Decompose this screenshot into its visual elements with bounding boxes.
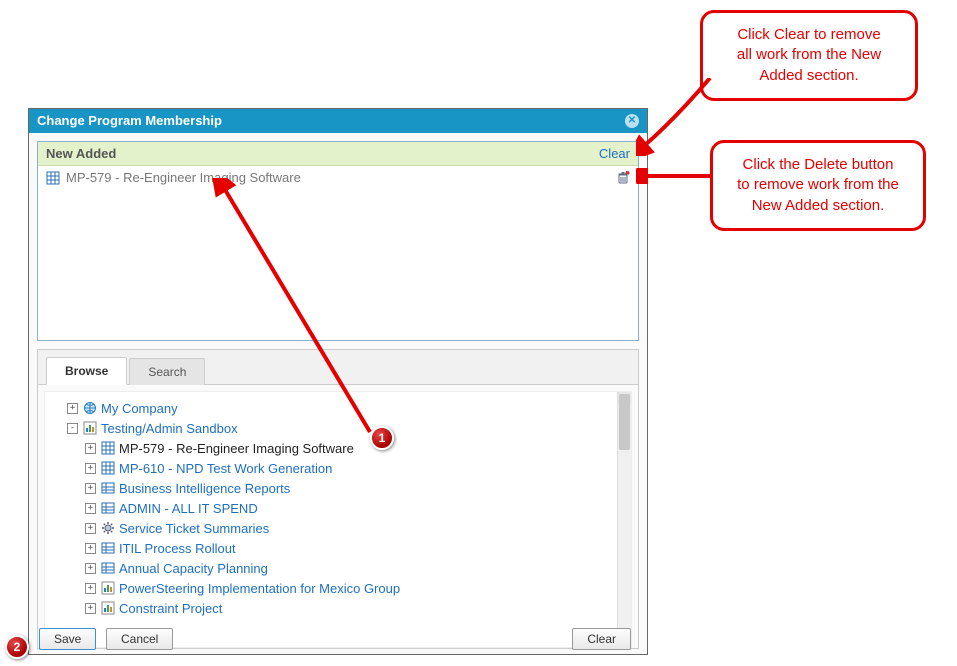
callout-text: Click the Delete button bbox=[723, 155, 913, 175]
tree-node[interactable]: + My Company bbox=[53, 398, 623, 418]
callout-delete: Click the Delete button to remove work f… bbox=[710, 140, 926, 231]
tree-node[interactable]: + ADMIN - ALL IT SPEND bbox=[53, 498, 623, 518]
tree-node-label[interactable]: MP-579 - Re-Engineer Imaging Software bbox=[119, 441, 354, 456]
tree-node[interactable]: + Business Intelligence Reports bbox=[53, 478, 623, 498]
tablesm-icon bbox=[101, 541, 115, 555]
browse-panel: Browse Search + My Company - Testing/Admin … bbox=[37, 349, 639, 649]
callout-text: Added section. bbox=[713, 66, 905, 86]
expand-icon[interactable]: + bbox=[85, 563, 96, 574]
tree-node[interactable]: + ITIL Process Rollout bbox=[53, 538, 623, 558]
tab-search[interactable]: Search bbox=[129, 358, 205, 385]
tree-node-label[interactable]: MP-610 - NPD Test Work Generation bbox=[119, 461, 332, 476]
step-badge-1: 1 bbox=[370, 426, 394, 450]
callout-text: Click Clear to remove bbox=[713, 25, 905, 45]
tree-container: + My Company - Testing/Admin Sandbox + MP-579… bbox=[44, 391, 632, 648]
tree-node-label[interactable]: My Company bbox=[101, 401, 178, 416]
delete-icon[interactable] bbox=[616, 171, 630, 185]
dialog-title: Change Program Membership bbox=[37, 113, 222, 128]
new-added-title: New Added bbox=[46, 146, 116, 161]
tree-scroll[interactable]: + My Company - Testing/Admin Sandbox + MP-579… bbox=[45, 392, 631, 647]
tree-node-label[interactable]: Service Ticket Summaries bbox=[119, 521, 269, 536]
tree-node[interactable]: + Annual Capacity Planning bbox=[53, 558, 623, 578]
tree-node-label[interactable]: Testing/Admin Sandbox bbox=[101, 421, 238, 436]
tablesm-icon bbox=[101, 561, 115, 575]
tree-node[interactable]: + MP-610 - NPD Test Work Generation bbox=[53, 458, 623, 478]
tree-node-label[interactable]: Constraint Project bbox=[119, 601, 222, 616]
chart-icon bbox=[101, 601, 115, 615]
chart-icon bbox=[101, 581, 115, 595]
callout-clear: Click Clear to remove all work from the … bbox=[700, 10, 918, 101]
new-added-item-label: MP-579 - Re-Engineer Imaging Software bbox=[66, 170, 301, 185]
expand-icon[interactable]: + bbox=[85, 503, 96, 514]
tree-node[interactable]: + MP-579 - Re-Engineer Imaging Software bbox=[53, 438, 623, 458]
scrollbar-thumb[interactable] bbox=[619, 394, 630, 450]
tree-node-label[interactable]: Annual Capacity Planning bbox=[119, 561, 268, 576]
expand-icon[interactable]: + bbox=[85, 523, 96, 534]
expand-icon[interactable]: + bbox=[67, 403, 78, 414]
callout-text: all work from the New bbox=[713, 45, 905, 65]
callout-text: to remove work from the bbox=[723, 175, 913, 195]
step-badge-2: 2 bbox=[5, 635, 29, 659]
cancel-button[interactable]: Cancel bbox=[106, 628, 173, 650]
tree-node[interactable]: + PowerSteering Implementation for Mexico… bbox=[53, 578, 623, 598]
collapse-icon[interactable]: - bbox=[67, 423, 78, 434]
expand-icon[interactable]: + bbox=[85, 583, 96, 594]
vertical-scrollbar[interactable]: ▲ ▼ bbox=[617, 392, 631, 647]
tree-node[interactable]: - Testing/Admin Sandbox bbox=[53, 418, 623, 438]
expand-icon[interactable]: + bbox=[85, 603, 96, 614]
table-icon bbox=[101, 441, 115, 455]
table-icon bbox=[101, 461, 115, 475]
callout-text: New Added section. bbox=[723, 196, 913, 216]
dialog-titlebar: Change Program Membership ✕ bbox=[29, 109, 647, 133]
tab-browse[interactable]: Browse bbox=[46, 357, 127, 385]
tree-node-label[interactable]: ITIL Process Rollout bbox=[119, 541, 236, 556]
tree-node-label[interactable]: ADMIN - ALL IT SPEND bbox=[119, 501, 258, 516]
gear-icon bbox=[101, 521, 115, 535]
save-button[interactable]: Save bbox=[39, 628, 96, 650]
dialog-body: New Added Clear MP-579 - Re-Engineer Ima… bbox=[29, 133, 647, 657]
clear-button[interactable]: Clear bbox=[572, 628, 631, 650]
tree-node[interactable]: + Service Ticket Summaries bbox=[53, 518, 623, 538]
expand-icon[interactable]: + bbox=[85, 443, 96, 454]
chart-icon bbox=[83, 421, 97, 435]
new-added-row: MP-579 - Re-Engineer Imaging Software bbox=[38, 166, 638, 189]
tree-node-label[interactable]: PowerSteering Implementation for Mexico … bbox=[119, 581, 400, 596]
arrow-annotation bbox=[636, 168, 716, 184]
tree-node[interactable]: + Constraint Project bbox=[53, 598, 623, 618]
clear-link[interactable]: Clear bbox=[599, 146, 630, 161]
tree-node-label[interactable]: Business Intelligence Reports bbox=[119, 481, 290, 496]
expand-icon[interactable]: + bbox=[85, 543, 96, 554]
close-icon[interactable]: ✕ bbox=[625, 114, 639, 128]
globe-icon bbox=[83, 401, 97, 415]
expand-icon[interactable]: + bbox=[85, 463, 96, 474]
dialog-change-program-membership: Change Program Membership ✕ New Added Cl… bbox=[28, 108, 648, 655]
new-added-panel: New Added Clear MP-579 - Re-Engineer Ima… bbox=[37, 141, 639, 341]
grid-icon bbox=[46, 171, 60, 185]
expand-icon[interactable]: + bbox=[85, 483, 96, 494]
new-added-header: New Added Clear bbox=[38, 142, 638, 166]
tab-bar: Browse Search bbox=[38, 350, 638, 385]
button-bar: Save Cancel Clear bbox=[39, 628, 637, 650]
tablesm-icon bbox=[101, 481, 115, 495]
tablesm-icon bbox=[101, 501, 115, 515]
